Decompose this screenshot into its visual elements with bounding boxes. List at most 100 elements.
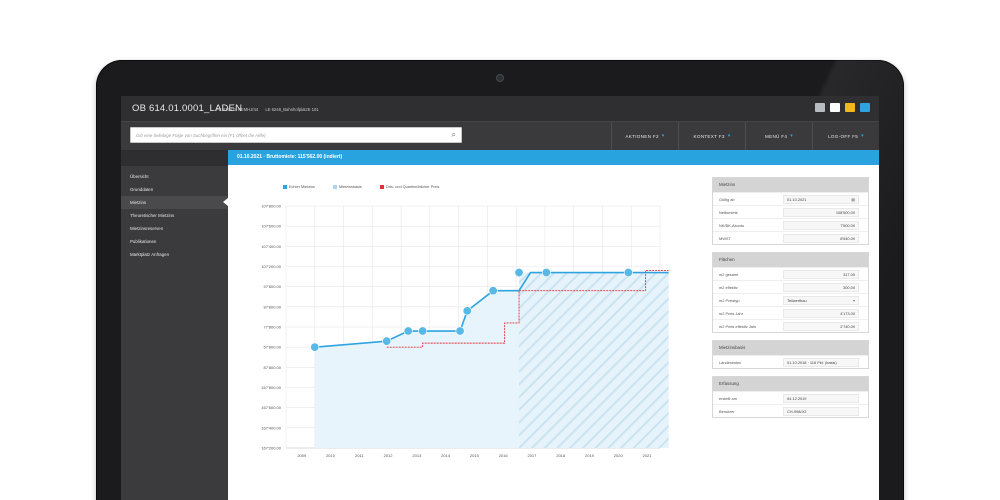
chart-area bbox=[314, 272, 669, 448]
y-tick-label: 87'800.00 bbox=[264, 304, 282, 309]
rent-header: 01.10.2021 · Bruttomiete: 115'562.00 (in… bbox=[228, 150, 879, 165]
main-content: 01.10.2021 · Bruttomiete: 115'562.00 (in… bbox=[223, 150, 879, 500]
menu-kontext[interactable]: KONTEXT F3 ▾ bbox=[678, 122, 745, 150]
webcam bbox=[496, 74, 504, 82]
valid-from-field[interactable]: 01.10.2021 ▦ bbox=[783, 194, 859, 204]
price-year-field[interactable]: 4'173.00 bbox=[783, 308, 859, 318]
sidebar-item-mietzins[interactable]: Mietzins bbox=[121, 196, 228, 209]
field-row: m2 Preis Jahr 4'173.00 bbox=[713, 306, 868, 319]
vat-field[interactable]: 8'540.00 bbox=[783, 233, 859, 243]
x-tick-label: 2016 bbox=[499, 453, 509, 458]
data-point bbox=[541, 268, 551, 278]
y-tick-label: 97'800.00 bbox=[264, 284, 282, 289]
x-tick-label: 2011 bbox=[355, 453, 364, 458]
x-tick-label: 2021 bbox=[643, 453, 653, 458]
panel-mietzins: Mietzins Gültig ab 01.10.2021 ▦ Nettomiete… bbox=[712, 177, 869, 245]
area-effective-field[interactable]: 300.00 bbox=[783, 282, 859, 292]
x-tick-label: 2020 bbox=[614, 453, 624, 458]
header-icons bbox=[815, 103, 870, 112]
field-row: m2 effektiv 300.00 bbox=[713, 280, 868, 293]
menu-label: LOG-OFF F5 bbox=[828, 133, 859, 139]
created-field[interactable]: 04.12.2019 bbox=[783, 393, 859, 403]
chat-icon[interactable] bbox=[830, 103, 840, 112]
chart-canvas: 107'800.00 107'600.00 107'400.00 107'200.00… bbox=[261, 204, 669, 458]
sidebar-item-marktplatz-anfragen[interactable]: Marktplatz Anfragen bbox=[121, 248, 228, 261]
data-point bbox=[514, 268, 524, 278]
data-point bbox=[418, 326, 428, 336]
y-tick-label: 167'800.00 bbox=[261, 385, 281, 390]
index-field[interactable]: 01.10.2018 · 116 Pkt. (basis) bbox=[783, 357, 859, 367]
chevron-down-icon: ▾ bbox=[790, 133, 794, 139]
field-value: Teilwertbau bbox=[787, 297, 807, 303]
field-label: NK/BK-Akonto bbox=[719, 222, 745, 228]
field-row: Landesindex 01.10.2018 · 116 Pkt. (basis) bbox=[713, 355, 868, 368]
data-point bbox=[488, 286, 498, 296]
nk-bk-field[interactable]: 7'500.00 bbox=[783, 220, 859, 230]
field-row: m2 Preis effektiv Jahr 2'740.00 bbox=[713, 319, 868, 332]
price-type-select[interactable]: Teilwertbau ▾ bbox=[783, 295, 859, 305]
field-row: NK/BK-Akonto 7'500.00 bbox=[713, 218, 868, 231]
data-point bbox=[310, 342, 320, 352]
panel-title: Erfassung bbox=[713, 377, 868, 391]
price-effective-year-field[interactable]: 2'740.00 bbox=[783, 321, 859, 331]
field-label: m2 Preis effektiv Jahr bbox=[719, 323, 757, 329]
field-label: m2 gesamt bbox=[719, 271, 739, 277]
x-tick-label: 2017 bbox=[527, 453, 537, 458]
calendar-icon[interactable]: ▦ bbox=[851, 197, 855, 202]
sidebar-item-uebersicht[interactable]: Übersicht bbox=[121, 170, 228, 183]
search-icon[interactable]: ⌕ bbox=[452, 130, 456, 140]
net-rent-field[interactable]: 108'500.00 bbox=[783, 207, 859, 217]
help-icon[interactable] bbox=[860, 103, 870, 112]
meta-pe: PE 834429 REMHJ/44 bbox=[216, 107, 259, 112]
menu-aktionen[interactable]: AKTIONEN F2 ▾ bbox=[611, 122, 678, 150]
sidebar-header bbox=[121, 150, 228, 166]
field-row: erstellt am 04.12.2019 bbox=[713, 391, 868, 404]
top-menu: AKTIONEN F2 ▾ KONTEXT F3 ▾ MENÜ F4 ▾ LOG-OF… bbox=[611, 122, 879, 150]
chevron-down-icon: ▾ bbox=[852, 297, 855, 303]
rent-chart: Echter Mietzins Mietzinsbasis Orts- und … bbox=[228, 165, 698, 500]
sidebar-item-theoretischer-mietzins[interactable]: Theoretischer Mietzins bbox=[121, 209, 228, 222]
search-input[interactable] bbox=[136, 130, 436, 141]
search-box: ⌕ bbox=[130, 127, 462, 143]
field-label: m2 Preis Jahr bbox=[719, 310, 743, 316]
field-row: MWST 8'540.00 bbox=[713, 231, 868, 244]
field-label: Benutzer bbox=[719, 408, 735, 414]
panel-title: Mietzinsbasis bbox=[713, 341, 868, 355]
note-icon[interactable] bbox=[845, 103, 855, 112]
app-screen: OB 614.01.0001_LADEN PE 834429 REMHJ/44 … bbox=[121, 96, 879, 500]
data-point bbox=[382, 336, 392, 346]
sidebar-list: Übersicht Grunddaten Mietzins Theoretisc… bbox=[121, 166, 228, 261]
x-tick-label: 2015 bbox=[470, 453, 480, 458]
sidebar-item-publikationen[interactable]: Publikationen bbox=[121, 235, 228, 248]
field-label: m2 Preistyp bbox=[719, 297, 740, 303]
y-tick-label: 167'200.00 bbox=[261, 446, 281, 451]
data-point bbox=[462, 306, 472, 316]
meta-le: LE 6248_BahnhofplatzE 101 bbox=[265, 107, 319, 112]
area-total-field[interactable]: 317.00 bbox=[783, 269, 859, 279]
x-tick-label: 2018 bbox=[556, 453, 566, 458]
y-tick-label: 107'800.00 bbox=[261, 204, 281, 209]
y-tick-label: 107'200.00 bbox=[261, 264, 281, 269]
user-field[interactable]: CH-998/JG bbox=[783, 406, 859, 416]
field-row: Nettomiete 108'500.00 bbox=[713, 205, 868, 218]
panel-erfassung: Erfassung erstellt am 04.12.2019 Benutzer… bbox=[712, 376, 869, 418]
menu-label: AKTIONEN F2 bbox=[625, 133, 659, 139]
data-point bbox=[403, 326, 413, 336]
field-label: Gültig ab bbox=[719, 196, 735, 202]
panel-mietzinsbasis: Mietzinsbasis Landesindex 01.10.2018 · 11… bbox=[712, 340, 869, 369]
field-label: Landesindex bbox=[719, 359, 742, 365]
y-tick-label: 107'600.00 bbox=[261, 224, 281, 229]
sidebar-item-mietzinsreserven[interactable]: Mietzinsreserven bbox=[121, 222, 228, 235]
menu-menu[interactable]: MENÜ F4 ▾ bbox=[745, 122, 812, 150]
y-tick-label: 87'800.00 bbox=[264, 365, 282, 370]
field-row: m2 gesamt 317.00 bbox=[713, 267, 868, 280]
mail-icon[interactable] bbox=[815, 103, 825, 112]
menu-logoff[interactable]: LOG-OFF F5 ▾ bbox=[812, 122, 879, 150]
x-tick-label: 2009 bbox=[297, 453, 307, 458]
sidebar-item-grunddaten[interactable]: Grunddaten bbox=[121, 183, 228, 196]
y-axis: 107'800.00 107'600.00 107'400.00 107'200.00… bbox=[261, 204, 281, 451]
x-tick-label: 2010 bbox=[326, 453, 336, 458]
chevron-down-icon: ▾ bbox=[727, 133, 731, 139]
field-label: Nettomiete bbox=[719, 209, 738, 215]
x-tick-label: 2014 bbox=[441, 453, 451, 458]
